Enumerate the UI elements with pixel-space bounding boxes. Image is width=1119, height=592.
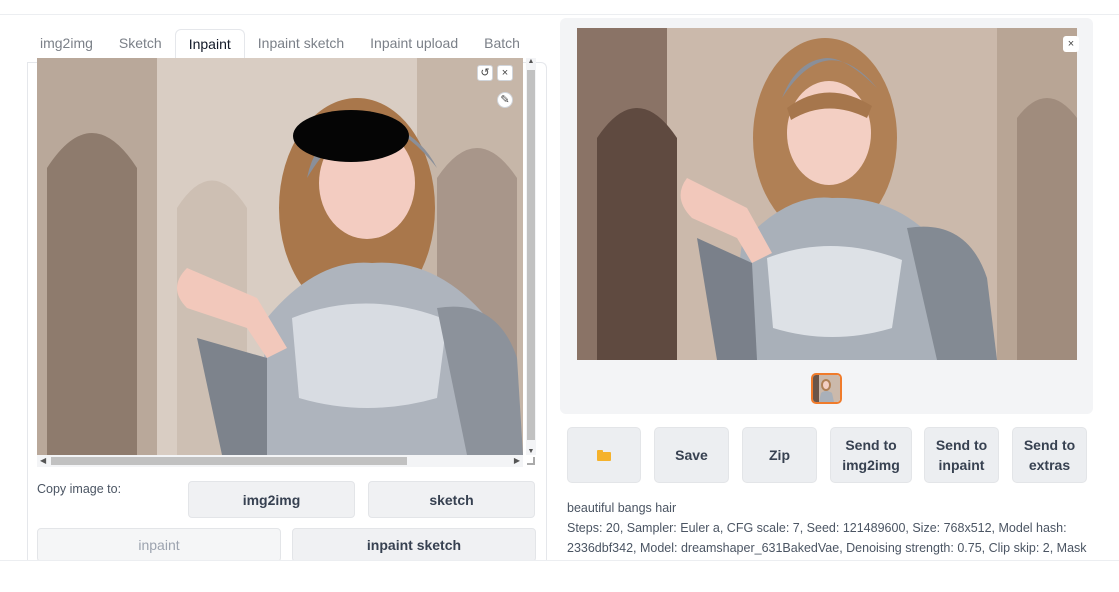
copy-to-img2img-button[interactable]: img2img bbox=[188, 481, 355, 518]
scroll-down-icon[interactable]: ▼ bbox=[526, 448, 536, 455]
scroll-thumb-h[interactable] bbox=[51, 457, 407, 465]
brush-icon[interactable]: ✎ bbox=[497, 92, 513, 108]
zip-button[interactable]: Zip bbox=[742, 427, 817, 483]
page-footer-mask bbox=[0, 561, 1119, 592]
copy-image-label: Copy image to: bbox=[37, 482, 122, 496]
canvas-horizontal-scrollbar[interactable]: ◀ ▶ bbox=[37, 455, 523, 467]
result-thumbnail[interactable] bbox=[811, 373, 842, 404]
send-to-extras-button[interactable]: Send to extras bbox=[1012, 427, 1087, 483]
prompt-text: beautiful bangs hair bbox=[567, 501, 677, 515]
resize-handle[interactable] bbox=[527, 457, 535, 465]
undo-icon[interactable]: ↺ bbox=[477, 65, 493, 81]
result-image-art bbox=[577, 28, 1077, 360]
output-panel: × Save Zip Send to img2img Send to inpai… bbox=[560, 18, 1093, 575]
input-panel: img2img Sketch Inpaint Inpaint sketch In… bbox=[15, 14, 547, 562]
copy-to-sketch-button[interactable]: sketch bbox=[368, 481, 535, 518]
output-gallery: × bbox=[560, 18, 1093, 414]
scroll-up-icon[interactable]: ▲ bbox=[526, 58, 536, 65]
scroll-left-icon[interactable]: ◀ bbox=[40, 455, 46, 467]
thumbnail-art bbox=[813, 375, 840, 402]
save-button[interactable]: Save bbox=[654, 427, 729, 483]
mode-tabs: img2img Sketch Inpaint Inpaint sketch In… bbox=[27, 22, 533, 62]
close-icon[interactable]: × bbox=[497, 65, 513, 81]
canvas-vertical-scrollbar[interactable]: ▲ ▼ bbox=[526, 58, 536, 455]
send-to-img2img-button[interactable]: Send to img2img bbox=[830, 427, 912, 483]
send-to-inpaint-button[interactable]: Send to inpaint bbox=[924, 427, 999, 483]
folder-icon bbox=[597, 449, 611, 461]
copy-to-inpaint-button[interactable]: inpaint bbox=[37, 528, 281, 562]
scroll-thumb[interactable] bbox=[527, 70, 535, 440]
inpaint-canvas[interactable]: ↺ × ✎ bbox=[37, 58, 523, 455]
result-image[interactable] bbox=[577, 28, 1077, 360]
scroll-right-icon[interactable]: ▶ bbox=[514, 455, 520, 467]
source-image bbox=[37, 58, 523, 455]
close-icon[interactable]: × bbox=[1063, 36, 1079, 52]
copy-to-inpaint-sketch-button[interactable]: inpaint sketch bbox=[292, 528, 536, 562]
open-folder-button[interactable] bbox=[567, 427, 641, 483]
